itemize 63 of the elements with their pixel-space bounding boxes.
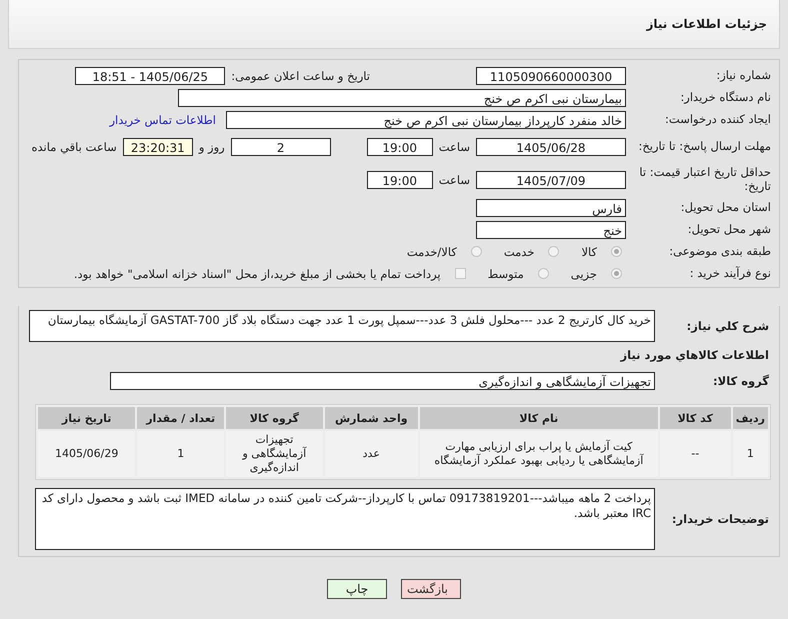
checkbox-label: پرداخت تمام یا بخشی از مبلغ خرید،از محل "اسناد خزانه اسلامی" خواهد بود. [74, 266, 441, 280]
section-heading: اطلاعات کالاهاي مورد نياز [619, 347, 769, 364]
radio-button[interactable] [611, 268, 622, 279]
time-label: ساعت [438, 140, 470, 154]
option-label: کالا/خدمت [406, 244, 457, 258]
radio-button[interactable] [538, 268, 549, 279]
province-field: فارس [476, 198, 626, 216]
table-cell: کیت آزمایش یا پراب برای ارزیابی مهارت آزمایشگاهی یا ردیابی بهبود عملکرد آزمایشگاه [420, 431, 658, 477]
field-label: توضیحات خریدار: [670, 512, 769, 526]
option-label: خدمت [504, 244, 534, 258]
remaining-time-field: 23:20:31 [122, 138, 193, 156]
field-label: حداقل تاریخ اعتبار قیمت: تا تاریخ: [638, 166, 771, 194]
table-cell: 1405/06/29 [38, 431, 136, 477]
days-label: روز و [198, 140, 225, 154]
field-label: شماره نیاز: [715, 68, 771, 82]
goods-group-field: تجهیزات آزمایشگاهی و اندازه‌گیری [110, 372, 655, 390]
field-label: نام دستگاه خریدار: [679, 90, 771, 104]
back-button[interactable]: بازگشت [401, 579, 461, 599]
validity-date-field: 1405/07/09 [476, 171, 626, 189]
column-header: تاریخ نیاز [38, 407, 136, 429]
validity-time-field: 19:00 [366, 171, 433, 189]
remaining-label: ساعت باقي مانده [32, 140, 117, 154]
field-label: ایجاد کننده درخواست: [664, 112, 771, 126]
table-cell: -- [660, 431, 731, 477]
field-label: شرح کلي نياز: [686, 319, 769, 333]
creator-field: خالد منفرد کارپرداز بیمارستان نبی اکرم ص خنج [226, 110, 626, 128]
field-label: گروه کالا: [712, 374, 769, 388]
buyer-contact-link[interactable]: اطلاعات تماس خریدار [109, 112, 216, 126]
field-label: تاریخ و ساعت اعلان عمومی: [231, 68, 370, 82]
page-title: جزئیات اطلاعات نیاز [646, 17, 767, 31]
description-textarea[interactable]: خرید کال کارتریج 2 عدد ---محلول فلش 3 عدد---سمپل پورت 1 عدد جهت دستگاه بلاد گاز GASTAT-700 آزمایشگاه بیمارستان [29, 310, 655, 342]
table-cell: عدد [324, 431, 418, 477]
field-label: مهلت ارسال پاسخ: تا تاریخ: [637, 140, 771, 154]
option-label: کالا [581, 244, 597, 258]
need-number-field: 1105090660000300 [476, 66, 626, 84]
table-cell: تجهیزات آزمایشگاهی و اندازه‌گیری [226, 431, 323, 477]
days-field: 2 [230, 138, 331, 156]
radio-button[interactable] [611, 246, 622, 257]
announce-date-field: 1405/06/25 - 18:51 [75, 66, 226, 84]
field-label: استان محل تحویل: [680, 200, 771, 214]
column-header: کد کالا [660, 407, 731, 429]
time-label: ساعت [438, 173, 470, 187]
buyer-field: بیمارستان نبی اکرم ص خنج [178, 88, 626, 106]
table-cell: 1 [732, 431, 768, 477]
option-label: جزیی [570, 266, 597, 280]
column-header: تعداد / مقدار [137, 407, 224, 429]
notes-textarea[interactable]: پرداخت 2 ماهه میباشد---09173819201 تماس با کارپرداز--شرکت تامین کننده در سامانه IMED ثبت باشد و محصول دارای کد IRC معتبر باشد. [35, 488, 655, 550]
city-field: خنج [476, 220, 626, 238]
checkbox[interactable] [454, 268, 466, 279]
column-header: ردیف [732, 407, 768, 429]
radio-button[interactable] [470, 246, 482, 257]
field-label: نوع فرآیند خرید : [688, 266, 771, 280]
radio-button[interactable] [548, 246, 560, 257]
option-label: متوسط [488, 266, 524, 280]
deadline-time-field: 19:00 [366, 138, 433, 156]
field-label: طبقه بندی موضوعی: [668, 244, 771, 258]
column-header: نام کالا [420, 407, 658, 429]
column-header: واحد شمارش [324, 407, 418, 429]
print-button[interactable]: چاپ [327, 579, 387, 599]
table-cell: 1 [137, 431, 224, 477]
column-header: گروه کالا [226, 407, 323, 429]
deadline-date-field: 1405/06/28 [476, 138, 626, 156]
field-label: شهر محل تحویل: [686, 222, 771, 236]
